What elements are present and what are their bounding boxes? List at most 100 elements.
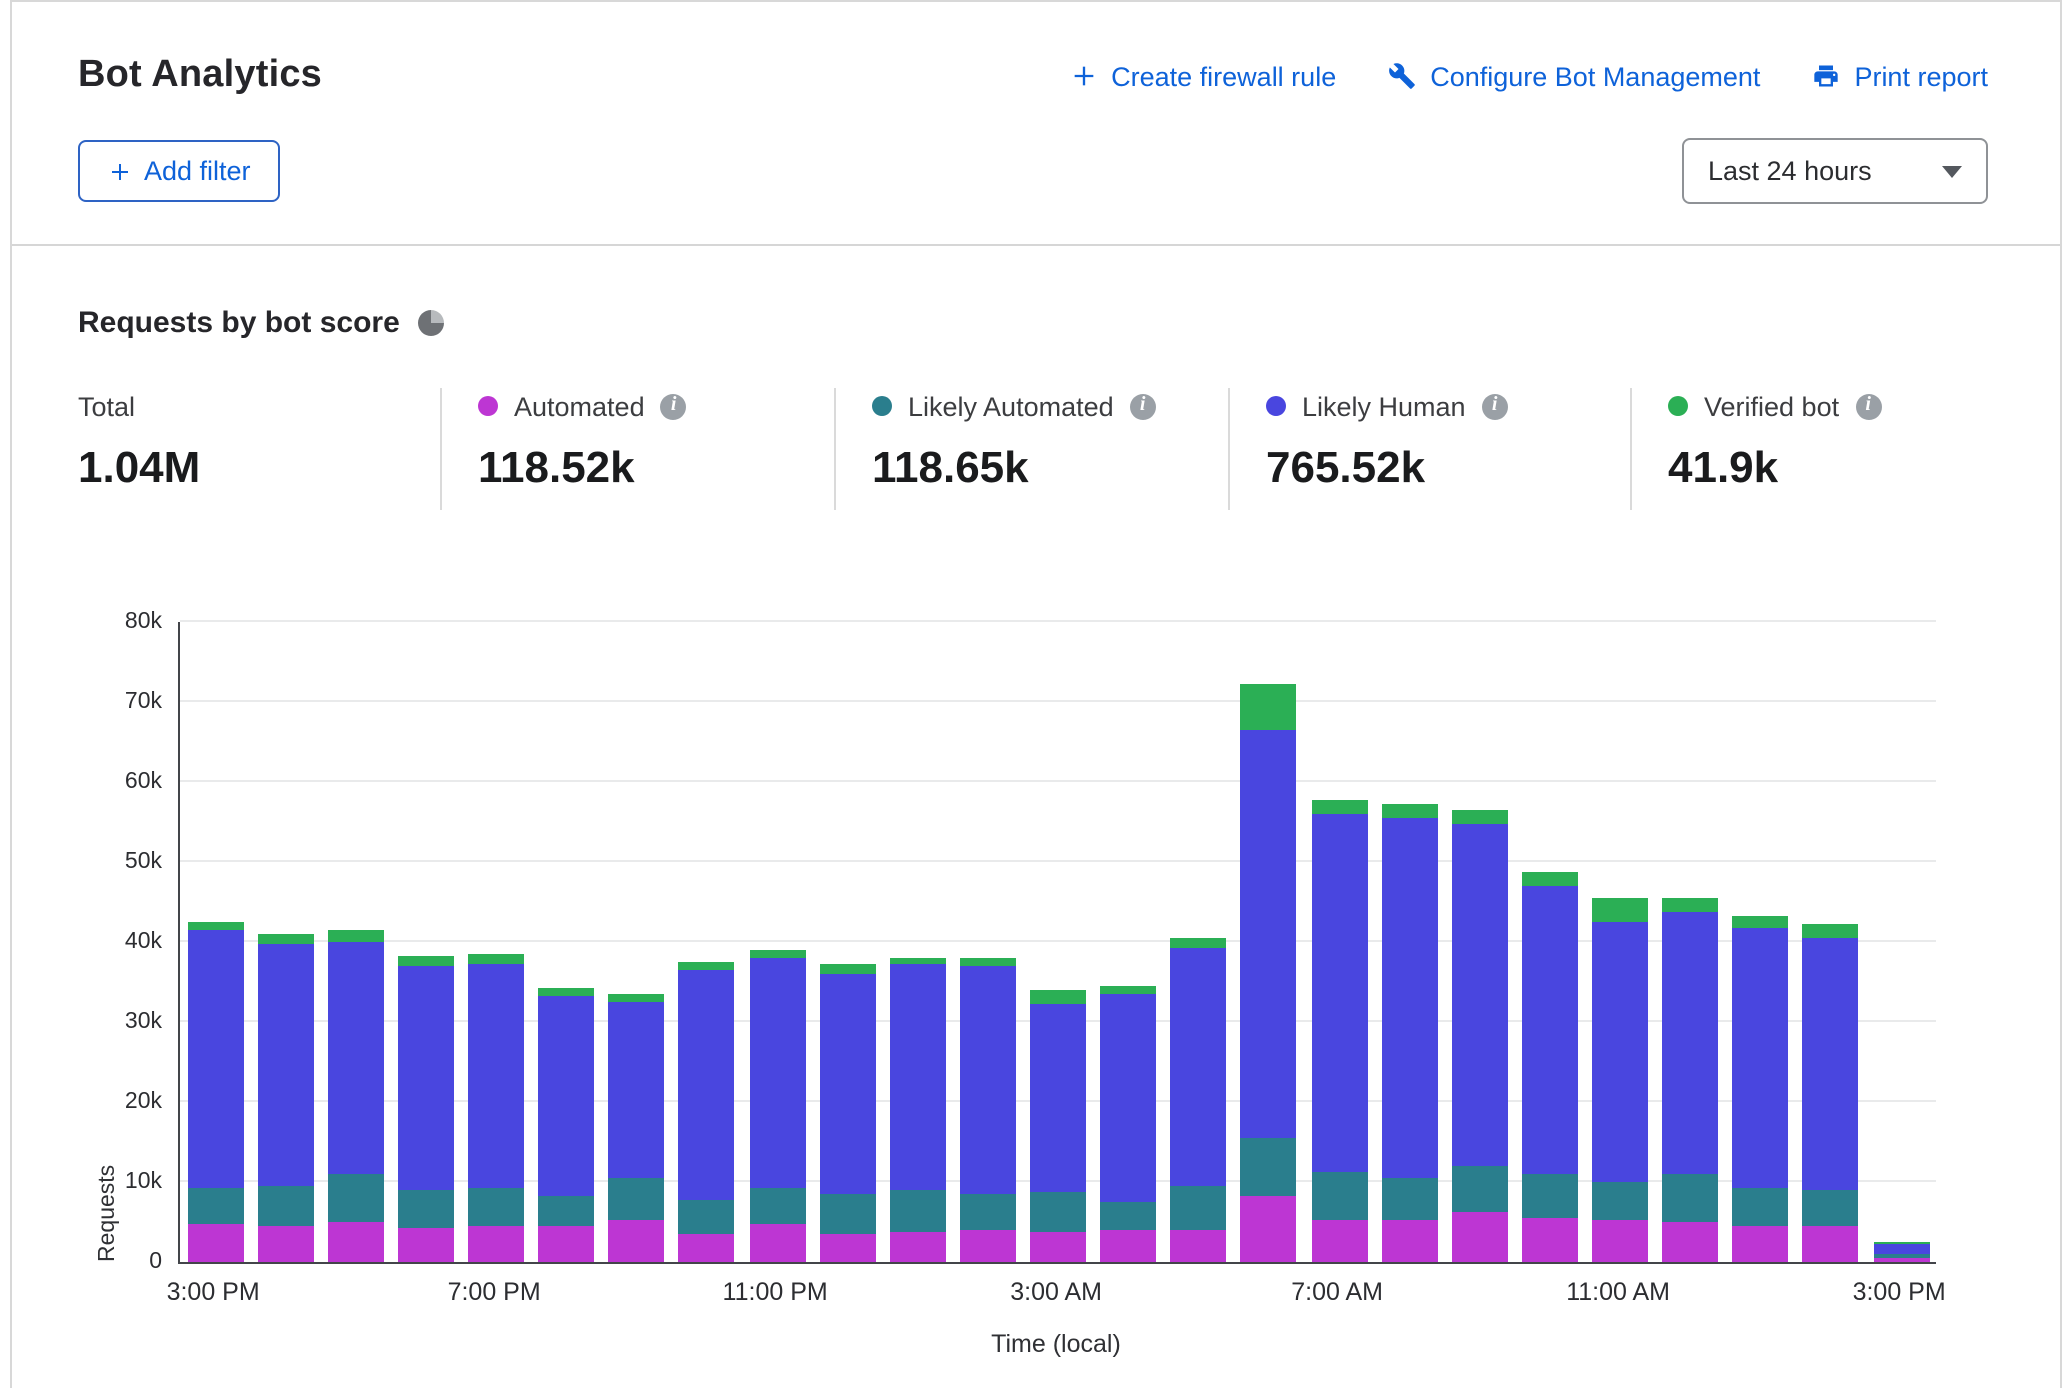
bar-segment-likely-human[interactable] xyxy=(1100,995,1156,1201)
bar-segment-likely-human[interactable] xyxy=(960,966,1016,1193)
bar-segment-automated[interactable] xyxy=(1873,1259,1929,1262)
bar-segment-automated[interactable] xyxy=(1171,1231,1227,1262)
bar-segment-likely-automated[interactable] xyxy=(1171,1186,1227,1231)
bar-segment-likely-human[interactable] xyxy=(1873,1244,1929,1255)
bar-segment-verified-bot[interactable] xyxy=(1311,800,1367,814)
configure-bot-management-link[interactable]: Configure Bot Management xyxy=(1388,61,1760,91)
bar-segment-automated[interactable] xyxy=(257,1226,313,1262)
bar-segment-likely-human[interactable] xyxy=(257,944,313,1186)
bar-segment-likely-automated[interactable] xyxy=(609,1178,665,1220)
bar-segment-verified-bot[interactable] xyxy=(1030,989,1086,1003)
bar-segment-likely-human[interactable] xyxy=(609,1002,665,1178)
bar-segment-automated[interactable] xyxy=(890,1232,946,1262)
stacked-bar-4-00-am[interactable] xyxy=(1100,985,1156,1262)
stacked-bar-9-00-pm[interactable] xyxy=(609,995,665,1262)
bar-segment-verified-bot[interactable] xyxy=(679,961,735,970)
bar-segment-verified-bot[interactable] xyxy=(1733,916,1789,929)
print-report-link[interactable]: Print report xyxy=(1812,61,1988,91)
bar-segment-likely-automated[interactable] xyxy=(1381,1178,1437,1220)
bar-segment-verified-bot[interactable] xyxy=(1592,899,1648,921)
bar-segment-likely-automated[interactable] xyxy=(538,1196,594,1226)
stacked-bar-8-00-pm[interactable] xyxy=(538,988,594,1262)
add-filter-button[interactable]: Add filter xyxy=(78,140,281,202)
bar-segment-verified-bot[interactable] xyxy=(1452,811,1508,825)
bar-segment-automated[interactable] xyxy=(1030,1232,1086,1262)
stacked-bar-3-00-pm[interactable] xyxy=(187,922,243,1262)
stacked-bar-3-00-am[interactable] xyxy=(1030,989,1086,1262)
bar-segment-likely-human[interactable] xyxy=(1030,1004,1086,1192)
bar-segment-likely-human[interactable] xyxy=(187,930,243,1188)
bar-segment-likely-automated[interactable] xyxy=(187,1188,243,1225)
stacked-bar-1-00-pm[interactable] xyxy=(1733,916,1789,1262)
bar-segment-verified-bot[interactable] xyxy=(1171,938,1227,948)
bar-segment-verified-bot[interactable] xyxy=(1241,684,1297,730)
info-icon[interactable] xyxy=(1482,393,1508,419)
bar-segment-verified-bot[interactable] xyxy=(468,954,524,964)
bar-segment-likely-automated[interactable] xyxy=(960,1193,1016,1230)
bar-segment-likely-human[interactable] xyxy=(1592,921,1648,1182)
create-firewall-rule-link[interactable]: Create firewall rule xyxy=(1069,61,1336,91)
bar-segment-automated[interactable] xyxy=(960,1230,1016,1262)
bar-segment-likely-human[interactable] xyxy=(819,974,875,1194)
bar-segment-likely-human[interactable] xyxy=(468,964,524,1189)
bar-segment-verified-bot[interactable] xyxy=(1100,985,1156,995)
stacked-bar-10-00-pm[interactable] xyxy=(679,961,735,1262)
bar-segment-verified-bot[interactable] xyxy=(538,988,594,996)
bar-segment-likely-automated[interactable] xyxy=(1311,1172,1367,1221)
bar-segment-likely-automated[interactable] xyxy=(679,1200,735,1234)
stacked-bar-9-00-am[interactable] xyxy=(1452,811,1508,1262)
stacked-bar-11-00-pm[interactable] xyxy=(749,950,805,1262)
bar-segment-automated[interactable] xyxy=(328,1222,384,1262)
bar-segment-likely-human[interactable] xyxy=(1311,814,1367,1172)
bar-segment-likely-human[interactable] xyxy=(1522,886,1578,1175)
bar-segment-automated[interactable] xyxy=(187,1224,243,1262)
time-range-dropdown[interactable]: Last 24 hours xyxy=(1682,138,1988,204)
bar-segment-verified-bot[interactable] xyxy=(1522,872,1578,886)
bar-segment-likely-automated[interactable] xyxy=(468,1188,524,1225)
bar-segment-automated[interactable] xyxy=(1241,1196,1297,1262)
bar-segment-likely-human[interactable] xyxy=(1803,938,1859,1190)
bar-segment-likely-automated[interactable] xyxy=(749,1188,805,1225)
bar-segment-likely-automated[interactable] xyxy=(1733,1188,1789,1226)
bar-segment-likely-human[interactable] xyxy=(1452,824,1508,1165)
bar-segment-likely-human[interactable] xyxy=(1171,948,1227,1186)
stacked-bar-5-00-am[interactable] xyxy=(1171,938,1227,1262)
bar-segment-verified-bot[interactable] xyxy=(398,956,454,966)
bar-segment-automated[interactable] xyxy=(468,1225,524,1262)
bar-segment-likely-automated[interactable] xyxy=(1803,1190,1859,1226)
bar-segment-likely-human[interactable] xyxy=(890,964,946,1190)
bar-segment-likely-automated[interactable] xyxy=(1030,1192,1086,1232)
bar-segment-likely-human[interactable] xyxy=(398,966,454,1190)
bar-segment-automated[interactable] xyxy=(398,1228,454,1262)
bar-segment-automated[interactable] xyxy=(1522,1217,1578,1262)
stacked-bar-11-00-am[interactable] xyxy=(1592,899,1648,1262)
stacked-bar-12-00-am[interactable] xyxy=(819,964,875,1262)
stacked-bar-2-00-am[interactable] xyxy=(960,959,1016,1262)
bar-segment-verified-bot[interactable] xyxy=(257,934,313,944)
bar-segment-likely-automated[interactable] xyxy=(890,1190,946,1232)
bar-segment-likely-human[interactable] xyxy=(328,942,384,1174)
stacked-bar-2-00-pm[interactable] xyxy=(1803,924,1859,1262)
bar-segment-automated[interactable] xyxy=(679,1233,735,1262)
info-icon[interactable] xyxy=(1130,393,1156,419)
bar-segment-likely-automated[interactable] xyxy=(1662,1174,1718,1221)
bar-segment-automated[interactable] xyxy=(1100,1230,1156,1262)
bar-segment-verified-bot[interactable] xyxy=(960,959,1016,966)
info-icon[interactable] xyxy=(661,393,687,419)
bar-segment-automated[interactable] xyxy=(749,1224,805,1262)
stacked-bar-8-00-am[interactable] xyxy=(1381,804,1437,1262)
bar-segment-verified-bot[interactable] xyxy=(187,922,243,930)
bar-segment-automated[interactable] xyxy=(609,1220,665,1262)
bar-segment-verified-bot[interactable] xyxy=(1381,804,1437,818)
bar-segment-likely-human[interactable] xyxy=(679,970,735,1200)
bar-segment-automated[interactable] xyxy=(1803,1226,1859,1262)
stacked-bar-5-00-pm[interactable] xyxy=(328,930,384,1262)
bar-segment-verified-bot[interactable] xyxy=(819,964,875,974)
stacked-bar-12-00-pm[interactable] xyxy=(1662,897,1718,1262)
stacked-bar-6-00-pm[interactable] xyxy=(398,956,454,1262)
bar-segment-automated[interactable] xyxy=(1592,1220,1648,1262)
bar-segment-likely-automated[interactable] xyxy=(1241,1139,1297,1196)
bar-segment-automated[interactable] xyxy=(538,1227,594,1262)
bar-segment-verified-bot[interactable] xyxy=(1803,924,1859,938)
bar-segment-likely-automated[interactable] xyxy=(1522,1175,1578,1217)
